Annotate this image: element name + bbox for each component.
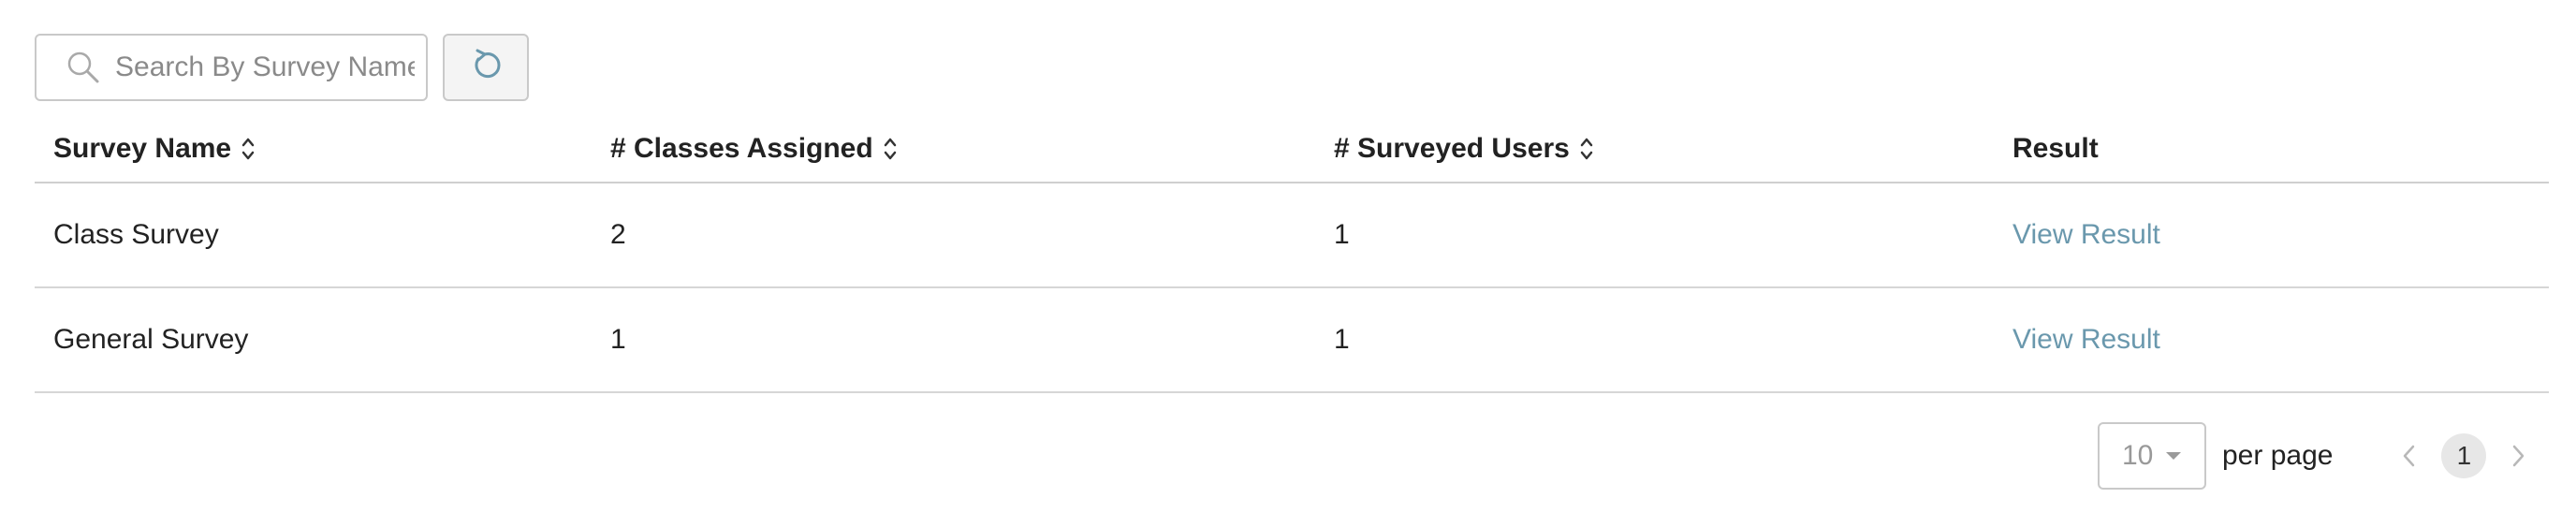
view-result-link[interactable]: View Result — [2012, 219, 2160, 250]
result-cell: View Result — [1994, 219, 2549, 251]
page-number-button[interactable]: 1 — [2441, 433, 2487, 478]
table-row: General Survey 1 1 View Result — [35, 288, 2549, 393]
column-header-classes-assigned[interactable]: # Classes Assigned — [592, 133, 1315, 165]
chevron-right-icon — [2513, 445, 2525, 467]
pagination: 10 per page 1 — [2098, 422, 2537, 490]
classes-assigned-cell: 2 — [610, 219, 626, 250]
column-header-label: Result — [2012, 133, 2099, 164]
view-result-link[interactable]: View Result — [2012, 324, 2160, 355]
survey-name-cell: General Survey — [53, 324, 249, 355]
search-icon — [65, 49, 102, 86]
column-header-label: # Surveyed Users — [1334, 133, 1570, 164]
chevron-left-icon — [2404, 445, 2415, 467]
sort-icon[interactable] — [1579, 135, 1594, 163]
caret-down-icon — [2166, 452, 2182, 460]
table-header-row: Survey Name # Classes Assigned # Surveye… — [35, 116, 2549, 183]
sort-icon[interactable] — [241, 135, 256, 163]
classes-assigned-cell: 1 — [610, 324, 626, 355]
previous-page-button[interactable] — [2391, 437, 2428, 475]
next-page-button[interactable] — [2499, 437, 2537, 475]
column-header-survey-name[interactable]: Survey Name — [35, 133, 592, 165]
column-header-result: Result — [1994, 133, 2549, 165]
search-input[interactable] — [115, 51, 415, 83]
surveyed-users-cell: 1 — [1334, 219, 1350, 250]
column-header-label: Survey Name — [53, 133, 232, 164]
per-page-label: per page — [2222, 440, 2334, 471]
page-size-value: 10 — [2122, 440, 2154, 471]
column-header-label: # Classes Assigned — [610, 133, 873, 164]
refresh-icon — [470, 49, 502, 87]
surveys-table: Survey Name # Classes Assigned # Surveye… — [35, 116, 2549, 393]
refresh-button[interactable] — [443, 34, 529, 101]
result-cell: View Result — [1994, 324, 2549, 356]
page-size-select[interactable]: 10 — [2098, 422, 2206, 490]
sort-icon[interactable] — [883, 135, 898, 163]
table-row: Class Survey 2 1 View Result — [35, 183, 2549, 288]
search-box[interactable] — [35, 34, 428, 101]
toolbar — [35, 34, 529, 101]
column-header-surveyed-users[interactable]: # Surveyed Users — [1315, 133, 1994, 165]
surveyed-users-cell: 1 — [1334, 324, 1350, 355]
survey-name-cell: Class Survey — [53, 219, 219, 250]
